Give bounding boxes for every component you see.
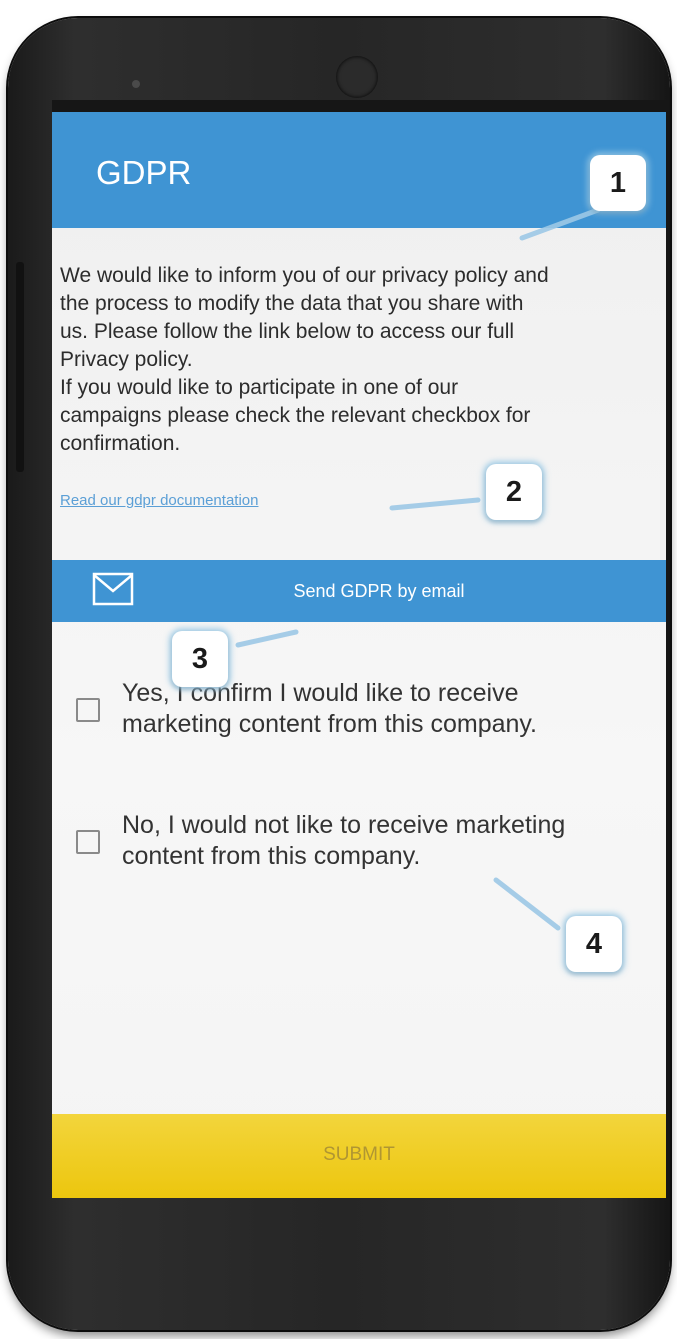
callout-1: 1 [590,155,646,211]
side-button [16,262,24,472]
option-line: No, I would not like to receive marketin… [122,811,566,839]
app-bar: GDPR [52,112,666,228]
intro-line: us. Please follow the link below to acce… [60,320,515,343]
submit-button[interactable]: SUBMIT [52,1114,666,1198]
consent-yes-checkbox[interactable] [76,698,100,722]
intro-line: confirmation. [60,432,181,455]
option-line: marketing content from this company. [122,710,537,738]
callout-4: 4 [566,916,622,972]
intro-text: We would like to inform you of our priva… [60,262,666,458]
screen: GDPR We would like to inform you of our … [52,112,666,1198]
intro-line: campaigns please check the relevant chec… [60,404,531,427]
callout-3: 3 [172,631,228,687]
intro-line: the process to modify the data that you … [60,292,524,315]
callout-2: 2 [486,464,542,520]
front-camera [336,56,378,98]
consent-yes-label: Yes, I confirm I would like to receive m… [122,678,537,740]
send-gdpr-email-label: Send GDPR by email [293,581,465,601]
page-title: GDPR [96,154,192,191]
option-line: content from this company. [122,842,421,870]
sensor-dot [132,80,140,88]
intro-line: Privacy policy. [60,348,193,371]
gdpr-documentation-link[interactable]: Read our gdpr documentation [60,492,258,509]
consent-no-checkbox[interactable] [76,830,100,854]
consent-no-label: No, I would not like to receive marketin… [122,810,565,872]
submit-label: SUBMIT [323,1144,395,1165]
intro-line: If you would like to participate in one … [60,376,459,399]
send-gdpr-email-button[interactable]: Send GDPR by email [52,560,666,622]
intro-line: We would like to inform you of our priva… [60,264,549,287]
